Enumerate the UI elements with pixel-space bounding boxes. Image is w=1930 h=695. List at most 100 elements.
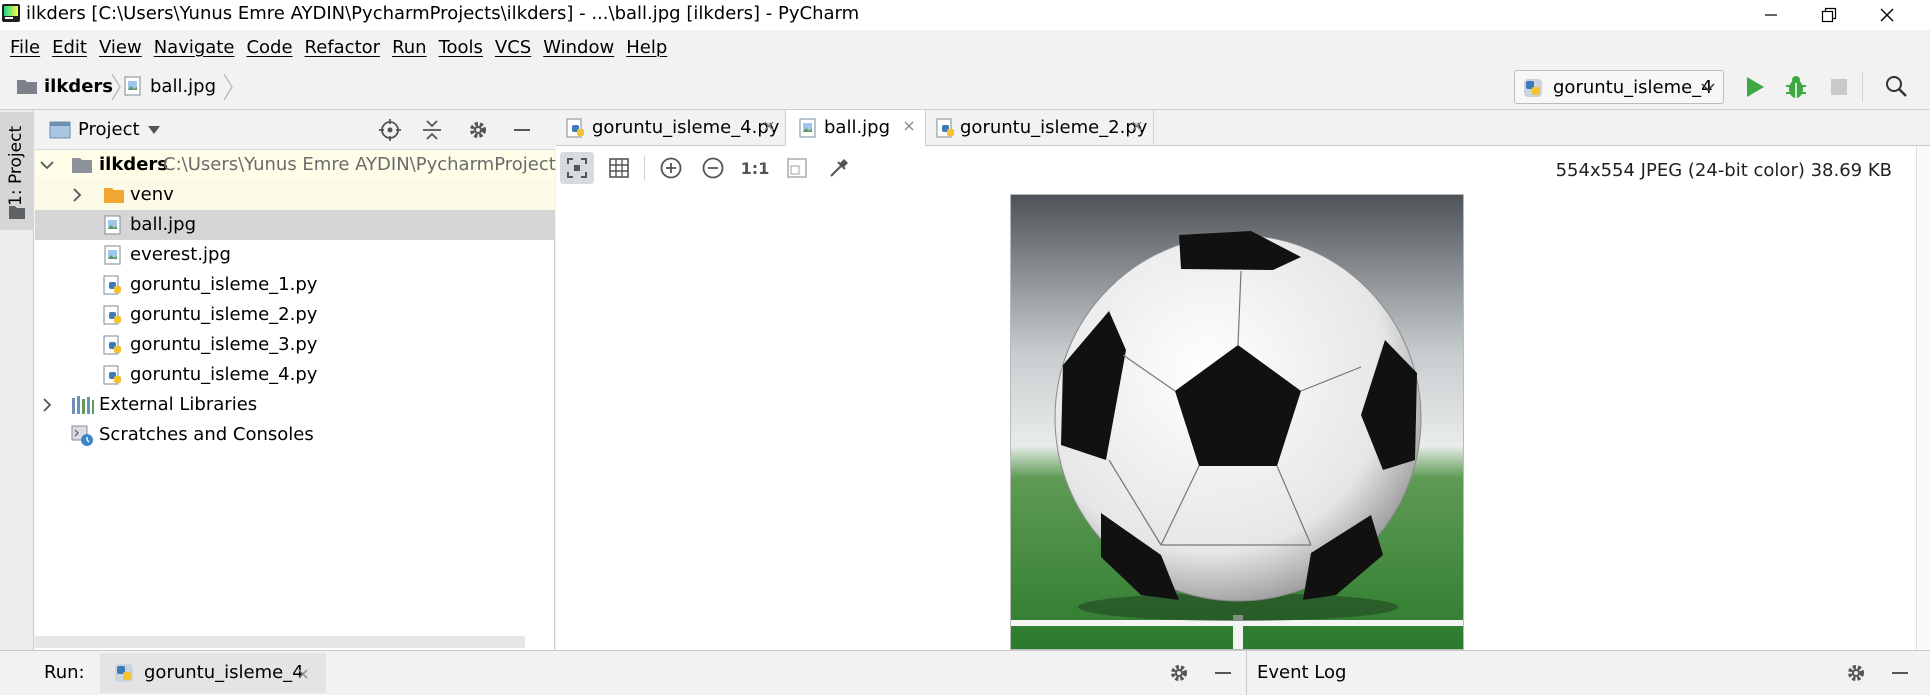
image-file-icon [103,245,123,265]
python-icon [1523,78,1543,98]
folder-icon [8,204,26,220]
libraries-icon [71,395,95,415]
navigation-bar: ilkders ball.jpg goruntu_isleme_4 [0,64,1930,110]
background-toggle-icon[interactable] [780,152,814,184]
event-log-panel[interactable]: Event Log [1246,651,1930,695]
zoom-out-icon[interactable] [696,152,730,184]
project-panel-header: Project [35,110,555,150]
breadcrumb-file[interactable]: ball.jpg [150,76,216,97]
tree-row-python-file[interactable]: goruntu_isleme_3.py [35,330,555,360]
minimize-button[interactable] [1742,0,1800,30]
menu-edit[interactable]: Edit [46,37,93,58]
tab-ball-jpg[interactable]: ball.jpg [786,110,926,146]
zoom-to-fit-icon[interactable] [560,152,594,184]
scratches-icon [71,425,95,446]
menu-code[interactable]: Code [240,37,298,58]
hide-panel-icon[interactable] [1889,662,1911,684]
project-panel: Project ilkders C:\Users\Yunus Emre AYDI… [35,110,602,650]
run-configuration-name: goruntu_isleme_4 [1553,77,1713,98]
window-title: ilkders [C:\Users\Yunus Emre AYDIN\Pycha… [26,3,860,24]
tree-row-everest-jpg[interactable]: everest.jpg [35,240,555,270]
tree-item-label: External Libraries [99,394,258,415]
project-tool-tab[interactable]: 1: Project [0,112,34,230]
tree-row-external-libraries[interactable]: External Libraries [35,390,555,420]
close-tab-icon[interactable] [902,119,916,133]
menu-file[interactable]: File [4,37,46,58]
toggle-grid-icon[interactable] [602,152,636,184]
project-view-icon [49,120,71,140]
close-tab-icon[interactable] [296,667,310,681]
tree-row-venv[interactable]: venv [35,180,555,210]
run-tab[interactable]: goruntu_isleme_4 [100,653,326,693]
chevron-down-icon [1701,81,1715,93]
tab-goruntu-isleme-2[interactable]: goruntu_isleme_2.py [926,110,1154,146]
close-tab-icon[interactable] [762,119,776,133]
tree-row-root[interactable]: ilkders C:\Users\Yunus Emre AYDIN\Pychar… [35,150,602,180]
zoom-in-icon[interactable] [654,152,688,184]
actual-size-button[interactable]: 1:1 [738,152,772,184]
run-tab-label: goruntu_isleme_4 [144,662,304,683]
python-file-icon [103,275,123,295]
menu-help[interactable]: Help [620,37,673,58]
tab-label: goruntu_isleme_2.py [960,117,1148,138]
locate-file-icon[interactable] [379,119,401,141]
breadcrumb-separator-icon [110,72,122,102]
python-file-icon [936,118,956,138]
close-window-button[interactable] [1858,0,1916,30]
hide-panel-icon[interactable] [1212,662,1234,684]
chevron-down-icon[interactable] [39,157,55,173]
toolbar-divider [644,156,645,180]
bottom-tool-bar: Run: goruntu_isleme_4 Event Log [0,650,1930,695]
left-tool-stripe: 1: Project [0,110,34,650]
breadcrumb-project[interactable]: ilkders [44,76,113,97]
project-horizontal-scrollbar[interactable] [35,636,525,648]
python-icon [114,663,134,683]
stop-button[interactable] [1830,78,1848,96]
python-file-icon [103,335,123,355]
editor-vertical-scrollbar[interactable] [1916,146,1930,650]
color-picker-icon[interactable] [822,152,856,184]
tree-item-label: Scratches and Consoles [99,424,314,445]
gear-icon[interactable] [1845,662,1867,684]
tree-item-label: everest.jpg [130,244,231,265]
tree-row-scratches[interactable]: Scratches and Consoles [35,420,555,450]
tree-item-label: ball.jpg [130,214,197,235]
project-folder-icon [16,77,38,95]
pycharm-logo-icon [2,4,20,22]
image-file-icon [103,215,123,235]
run-button[interactable] [1744,75,1766,99]
view-mode-dropdown-icon[interactable] [147,125,161,135]
hide-panel-icon[interactable] [511,119,533,141]
run-label: Run: [44,662,85,683]
tab-goruntu-isleme-4[interactable]: goruntu_isleme_4.py [556,110,786,146]
project-tool-label: 1: Project [6,125,26,206]
menu-window[interactable]: Window [537,37,620,58]
tree-item-label: goruntu_isleme_2.py [130,304,318,325]
menu-tools[interactable]: Tools [433,37,489,58]
image-file-icon [798,118,818,138]
menu-refactor[interactable]: Refactor [299,37,387,58]
image-info-text: 554x554 JPEG (24-bit color) 38.69 KB [1555,160,1892,181]
title-bar: ilkders [C:\Users\Yunus Emre AYDIN\Pycha… [0,0,1930,30]
chevron-right-icon[interactable] [69,187,85,203]
restore-button[interactable] [1800,0,1858,30]
tree-row-python-file[interactable]: goruntu_isleme_1.py [35,270,555,300]
tree-item-label: goruntu_isleme_1.py [130,274,318,295]
gear-icon[interactable] [467,119,489,141]
run-configuration-select[interactable]: goruntu_isleme_4 [1514,70,1724,104]
tab-label: goruntu_isleme_4.py [592,117,780,138]
close-tab-icon[interactable] [1130,119,1144,133]
chevron-right-icon[interactable] [39,397,55,413]
menu-run[interactable]: Run [386,37,433,58]
menu-view[interactable]: View [93,37,148,58]
event-log-title: Event Log [1257,662,1347,683]
tree-row-python-file[interactable]: goruntu_isleme_2.py [35,300,555,330]
gear-icon[interactable] [1168,662,1190,684]
collapse-all-icon[interactable] [421,119,443,141]
search-everywhere-icon[interactable] [1884,74,1908,98]
tree-row-python-file[interactable]: goruntu_isleme_4.py [35,360,555,390]
tree-row-ball-jpg[interactable]: ball.jpg [35,210,555,240]
menu-vcs[interactable]: VCS [489,37,537,58]
debug-button[interactable] [1784,74,1808,100]
menu-navigate[interactable]: Navigate [148,37,241,58]
